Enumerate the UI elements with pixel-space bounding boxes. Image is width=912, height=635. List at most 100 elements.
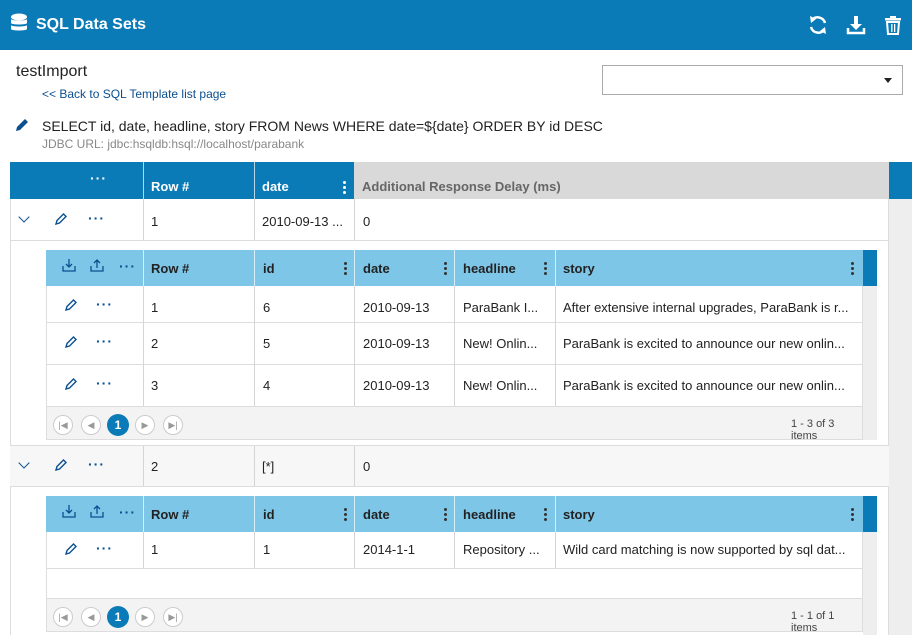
pager: |◀ ◀ 1 ▶ ▶| 1 - 1 of 1 items xyxy=(46,598,863,634)
vertical-scrollbar[interactable] xyxy=(889,199,912,635)
header-row[interactable]: Row # xyxy=(151,261,189,276)
pager: |◀ ◀ 1 ▶ ▶| 1 - 3 of 3 items xyxy=(46,406,863,442)
cell-story[interactable]: ParaBank is excited to announce our new … xyxy=(563,336,845,351)
last-page-icon[interactable]: ▶| xyxy=(163,607,183,627)
column-menu-icon[interactable] xyxy=(343,181,346,196)
cell-date[interactable]: 2010-09-13 xyxy=(363,336,430,351)
import-icon[interactable] xyxy=(62,258,76,275)
outer-row: ··· 1 2010-09-13 ... 0 xyxy=(10,199,889,241)
column-menu-icon[interactable]: ··· xyxy=(119,258,136,274)
app-header: SQL Data Sets xyxy=(0,0,912,50)
outer-header-date[interactable]: date xyxy=(254,162,354,199)
column-menu-icon[interactable] xyxy=(344,262,347,277)
cell-row: 3 xyxy=(151,378,159,393)
column-menu-icon[interactable] xyxy=(851,508,854,523)
cell-id[interactable]: 4 xyxy=(263,378,270,393)
edit-icon[interactable] xyxy=(64,335,78,352)
cell-headline[interactable]: New! Onlin... xyxy=(463,378,537,393)
cell-date[interactable]: [*] xyxy=(262,459,274,474)
next-page-icon[interactable]: ▶ xyxy=(135,415,155,435)
sql-query: SELECT id, date, headline, story FROM Ne… xyxy=(42,118,603,134)
column-menu-icon[interactable] xyxy=(344,508,347,523)
cell-headline[interactable]: New! Onlin... xyxy=(463,336,537,351)
row-menu-icon[interactable]: ··· xyxy=(88,210,105,226)
row-menu-icon[interactable]: ··· xyxy=(96,296,113,312)
download-icon[interactable] xyxy=(845,14,867,36)
next-page-icon[interactable]: ▶ xyxy=(135,607,155,627)
cell-id[interactable]: 6 xyxy=(263,300,270,315)
cell-row: 2 xyxy=(151,336,159,351)
page-current[interactable]: 1 xyxy=(107,606,129,628)
first-page-icon[interactable]: |◀ xyxy=(53,415,73,435)
refresh-icon[interactable] xyxy=(807,14,829,36)
cell-id[interactable]: 1 xyxy=(263,542,270,557)
page-current[interactable]: 1 xyxy=(107,414,129,436)
header-row[interactable]: Row # xyxy=(151,507,189,522)
dataset-name: testImport xyxy=(16,63,88,80)
cell-row: 1 xyxy=(151,214,159,229)
import-icon[interactable] xyxy=(62,504,76,521)
edit-sql-icon[interactable] xyxy=(14,117,30,136)
header-date[interactable]: date xyxy=(363,507,390,522)
header-date[interactable]: date xyxy=(363,261,390,276)
first-page-icon[interactable]: |◀ xyxy=(53,607,73,627)
cell-date[interactable]: 2014-1-1 xyxy=(363,542,415,557)
header-headline[interactable]: headline xyxy=(463,261,516,276)
cell-delay[interactable]: 0 xyxy=(363,214,370,229)
column-menu-icon[interactable] xyxy=(851,262,854,277)
inner-scrollbar[interactable] xyxy=(863,532,877,635)
cell-date[interactable]: 2010-09-13 xyxy=(363,300,430,315)
edit-icon[interactable] xyxy=(54,458,68,475)
export-icon[interactable] xyxy=(90,504,104,521)
cell-headline[interactable]: Repository ... xyxy=(463,542,540,557)
inner-scrollbar-header xyxy=(863,250,877,286)
header-id[interactable]: id xyxy=(263,261,275,276)
cell-row: 2 xyxy=(151,459,159,474)
header-id[interactable]: id xyxy=(263,507,275,522)
column-menu-icon[interactable] xyxy=(444,262,447,277)
prev-page-icon[interactable]: ◀ xyxy=(81,607,101,627)
cell-story[interactable]: After extensive internal upgrades, ParaB… xyxy=(563,300,848,315)
outer-row: ··· 2 [*] 0 xyxy=(10,446,889,486)
outer-header-actions: ··· xyxy=(10,162,143,199)
edit-icon[interactable] xyxy=(64,542,78,559)
outer-header-row[interactable]: Row # xyxy=(143,162,254,199)
row-menu-icon[interactable]: ··· xyxy=(96,333,113,349)
row-menu-icon[interactable]: ··· xyxy=(96,540,113,556)
edit-icon[interactable] xyxy=(64,377,78,394)
chevron-down-icon[interactable] xyxy=(18,457,30,469)
database-icon xyxy=(10,13,28,38)
cell-story[interactable]: ParaBank is excited to announce our new … xyxy=(563,378,845,393)
column-menu-icon[interactable] xyxy=(544,262,547,277)
cell-date[interactable]: 2010-09-13 ... xyxy=(262,214,343,229)
back-link[interactable]: << Back to SQL Template list page xyxy=(42,87,226,101)
last-page-icon[interactable]: ▶| xyxy=(163,415,183,435)
cell-delay[interactable]: 0 xyxy=(363,459,370,474)
header-story[interactable]: story xyxy=(563,507,595,522)
edit-icon[interactable] xyxy=(64,298,78,315)
outer-header-delay[interactable]: Additional Response Delay (ms) xyxy=(354,162,889,199)
chevron-down-icon[interactable] xyxy=(18,211,30,223)
row-menu-icon[interactable]: ··· xyxy=(88,456,105,472)
edit-icon[interactable] xyxy=(54,212,68,229)
dataset-select[interactable] xyxy=(602,65,903,95)
export-icon[interactable] xyxy=(90,258,104,275)
app-title: SQL Data Sets xyxy=(36,16,146,33)
column-menu-icon[interactable]: ··· xyxy=(90,170,107,186)
header-story[interactable]: story xyxy=(563,261,595,276)
inner-scrollbar-header xyxy=(863,496,877,532)
cell-date[interactable]: 2010-09-13 xyxy=(363,378,430,393)
cell-headline[interactable]: ParaBank I... xyxy=(463,300,538,315)
column-menu-icon[interactable] xyxy=(544,508,547,523)
cell-row: 1 xyxy=(151,300,159,315)
inner-scrollbar[interactable] xyxy=(863,286,877,440)
header-headline[interactable]: headline xyxy=(463,507,516,522)
row-menu-icon[interactable]: ··· xyxy=(96,375,113,391)
cell-id[interactable]: 5 xyxy=(263,336,270,351)
prev-page-icon[interactable]: ◀ xyxy=(81,415,101,435)
cell-row: 1 xyxy=(151,542,159,557)
column-menu-icon[interactable] xyxy=(444,508,447,523)
column-menu-icon[interactable]: ··· xyxy=(119,504,136,520)
trash-icon[interactable] xyxy=(882,14,904,36)
cell-story[interactable]: Wild card matching is now supported by s… xyxy=(563,542,846,557)
